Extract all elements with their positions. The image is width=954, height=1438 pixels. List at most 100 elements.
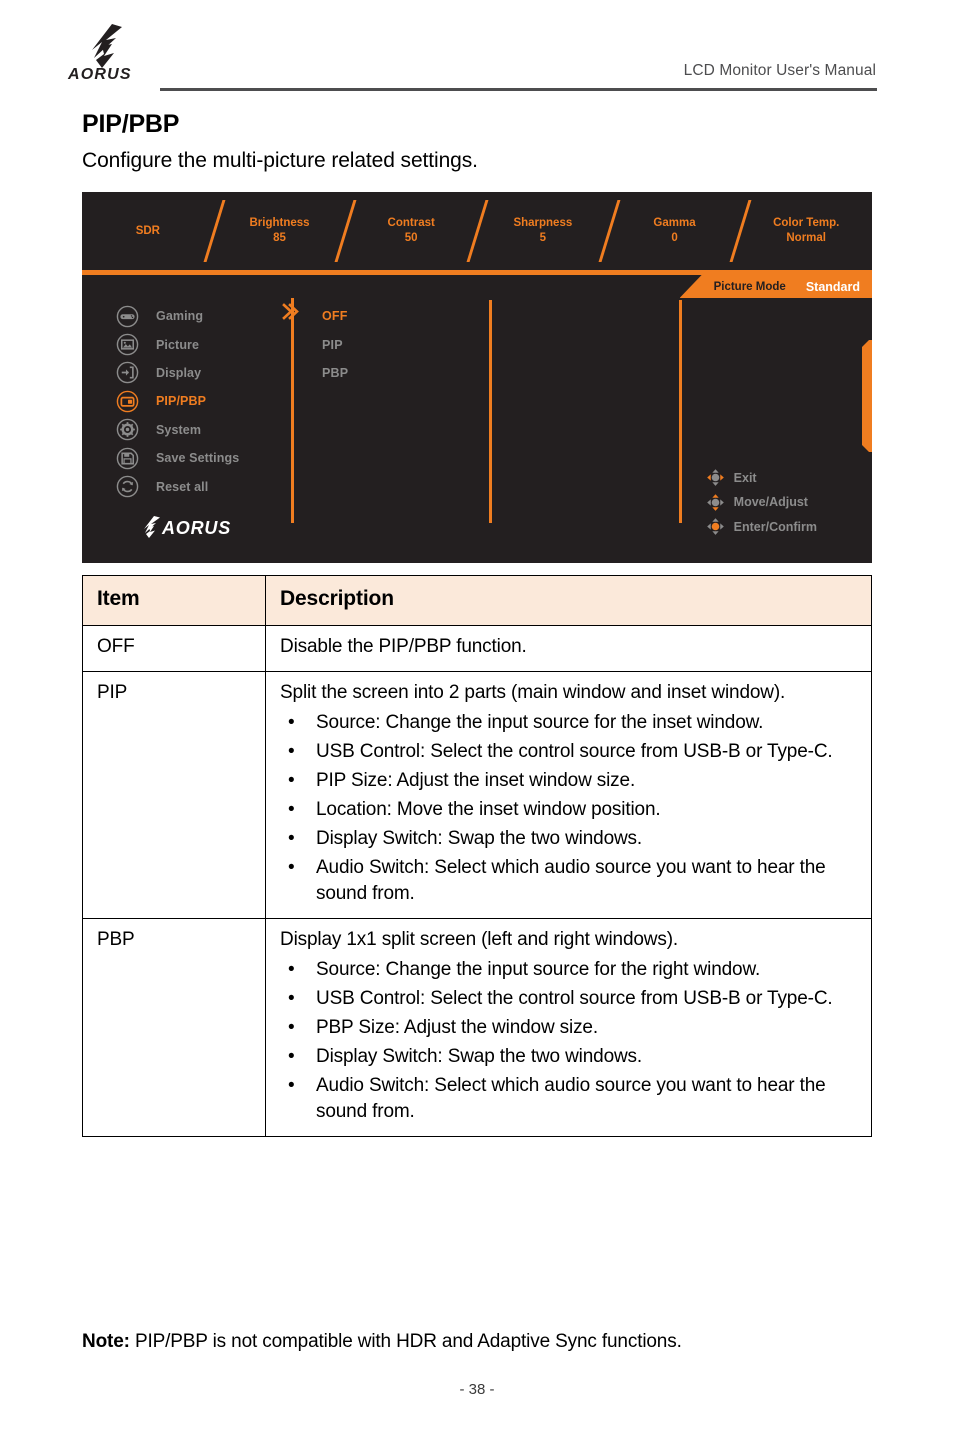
- osd-status-label: Contrast: [387, 217, 435, 229]
- reset-arrows-icon: [116, 475, 139, 498]
- osd-menu-item-label: System: [156, 422, 202, 437]
- osd-menu-item-pip-pbp[interactable]: PIP/PBP: [116, 387, 296, 415]
- osd-status-value: Normal: [786, 232, 826, 244]
- osd-column-divider-1: [291, 298, 294, 523]
- input-arrow-icon: [116, 362, 139, 384]
- osd-menu-item-label: Reset all: [156, 479, 209, 494]
- osd-submenu-item-off[interactable]: OFF: [322, 302, 472, 330]
- osd-menu-item-display[interactable]: Display: [116, 359, 296, 387]
- table-body: OFF Disable the PIP/PBP function. PIP Split…: [82, 624, 872, 1138]
- osd-status-value: 85: [273, 232, 286, 244]
- list-item-text: Audio Switch: Select which audio source …: [316, 856, 826, 904]
- osd-submenu-item-pbp[interactable]: PBP: [322, 359, 472, 387]
- list-item-text: Source: Change the input source for the …: [316, 958, 761, 980]
- header-divider: [160, 88, 877, 91]
- osd-nav-hint-enter-confirm: Enter/Confirm: [706, 517, 817, 536]
- list-item: • Display Switch: Swap the two windows.: [280, 826, 857, 852]
- gamepad-icon: [116, 305, 139, 327]
- description-bullet-list: • Source: Change the input source for the…: [280, 710, 857, 907]
- aorus-logo: AORUS: [68, 24, 160, 86]
- table-cell-description: Split the screen into 2 parts (main wind…: [265, 670, 872, 919]
- osd-status-value: 0: [671, 232, 678, 244]
- osd-status-value: 5: [539, 232, 547, 244]
- description-table: Item Description OFF Disable the PIP/PBP …: [82, 575, 872, 1138]
- osd-status-value: 50: [404, 232, 418, 244]
- page-number: - 38 -: [459, 1381, 495, 1398]
- osd-status-label: Sharpness: [513, 217, 573, 229]
- list-item: • Location: Move the inset window positio…: [280, 797, 857, 823]
- table-cell-description: Disable the PIP/PBP function.: [265, 624, 872, 672]
- list-item: • Source: Change the input source for the…: [280, 710, 857, 736]
- page-title: PIP/PBP: [82, 110, 180, 138]
- aorus-wordmark: AORUS: [68, 66, 132, 83]
- description-bullet-list: • Source: Change the input source for the…: [280, 957, 857, 1125]
- note-body: PIP/PBP is not compatible with HDR and A…: [129, 1331, 682, 1352]
- table-head: Item Description: [82, 575, 872, 626]
- osd-status-label: Brightness: [249, 217, 310, 229]
- list-item: • Audio Switch: Select which audio source…: [280, 1073, 857, 1125]
- description-lead-text: Display 1x1 split screen (left and right…: [280, 928, 679, 950]
- osd-status-label: Gamma: [653, 217, 696, 229]
- floppy-disk-icon: [116, 447, 139, 469]
- osd-submenu-item-pip[interactable]: PIP: [322, 330, 472, 358]
- osd-column-divider-2: [489, 300, 492, 523]
- osd-status-gamma[interactable]: Gamma 0: [609, 216, 741, 246]
- osd-status-contrast[interactable]: Contrast 50: [345, 216, 477, 246]
- gear-icon: [116, 418, 139, 441]
- osd-menu-item-gaming[interactable]: Gaming: [116, 302, 296, 330]
- list-item-text: USB Control: Select the control source f…: [316, 987, 833, 1009]
- manual-title: LCD Monitor User's Manual: [683, 62, 876, 79]
- list-item-text: PIP Size: Adjust the inset window size.: [316, 769, 636, 791]
- osd-menu-item-save-settings[interactable]: Save Settings: [116, 444, 296, 472]
- osd-column-divider-3: [679, 300, 682, 523]
- osd-menu-item-reset-all[interactable]: Reset all: [116, 472, 296, 500]
- osd-status-brightness[interactable]: Brightness 85: [214, 216, 346, 246]
- picture-mode-badge[interactable]: Picture Mode Standard: [679, 275, 872, 298]
- osd-submenu-item-label: PIP: [322, 337, 343, 352]
- bullet-dot-icon: •: [288, 1016, 295, 1038]
- osd-status-label: SDR: [135, 224, 160, 237]
- list-item-text: PBP Size: Adjust the window size.: [316, 1016, 598, 1038]
- osd-menu-item-label: PIP/PBP: [156, 394, 207, 409]
- osd-screenshot: SDR Brightness 85 Contrast 50 Sharpness 5 Gamma…: [82, 192, 872, 563]
- table-row: OFF Disable the PIP/PBP function.: [82, 624, 872, 672]
- osd-quick-status-bar: SDR Brightness 85 Contrast 50 Sharpness 5 Gamma…: [82, 192, 872, 270]
- bullet-dot-icon: •: [288, 1045, 295, 1067]
- osd-nav-hint-label: Enter/Confirm: [733, 519, 817, 534]
- osd-nav-hint-label: Move/Adjust: [733, 495, 808, 509]
- list-item-text: USB Control: Select the control source f…: [316, 740, 833, 762]
- description-lead-text: Split the screen into 2 parts (main wind…: [280, 681, 786, 703]
- osd-submenu-list: OFF PIP PBP: [322, 302, 472, 387]
- osd-menu-item-system[interactable]: System: [116, 416, 296, 444]
- table-header-row: Item Description: [82, 575, 872, 626]
- osd-menu-item-picture[interactable]: Picture: [116, 330, 296, 358]
- osd-status-color-temp[interactable]: Color Temp. Normal: [740, 216, 872, 246]
- osd-quick-status-items: SDR Brightness 85 Contrast 50 Sharpness 5 Gamma…: [82, 192, 872, 270]
- list-item: • USB Control: Select the control source …: [280, 986, 857, 1012]
- table-cell-item: PBP: [82, 917, 266, 1138]
- dpad-center-icon: [706, 518, 724, 535]
- table-row: PBP Display 1x1 split screen (left and ri…: [82, 917, 872, 1138]
- list-item-text: Display Switch: Swap the two windows.: [316, 827, 643, 849]
- osd-status-sharpness[interactable]: Sharpness 5: [477, 216, 609, 246]
- bullet-dot-icon: •: [288, 958, 295, 980]
- page-header: AORUS LCD Monitor User's Manual: [0, 0, 954, 96]
- bullet-dot-icon: •: [288, 711, 295, 733]
- picture-mode-value: Standard: [805, 279, 860, 294]
- note-prefix: Note:: [82, 1331, 130, 1352]
- bullet-dot-icon: •: [288, 987, 295, 1009]
- table-cell-description: Display 1x1 split screen (left and right…: [265, 917, 872, 1138]
- osd-aorus-logo: AORUS: [140, 514, 280, 542]
- osd-submenu-item-label: OFF: [322, 309, 348, 324]
- bullet-dot-icon: •: [288, 856, 295, 878]
- list-item-text: Display Switch: Swap the two windows.: [316, 1045, 643, 1067]
- osd-nav-hints: Exit Move/Adjust Enter/Confirm: [706, 468, 817, 536]
- aorus-falcon-icon: [92, 24, 122, 68]
- osd-main-menu-list: Gaming Picture Display PIP/PBP System Save Se…: [116, 302, 296, 501]
- list-item: • PBP Size: Adjust the window size.: [280, 1015, 857, 1041]
- note-text: Note: PIP/PBP is not compatible with HDR…: [82, 1331, 682, 1353]
- osd-status-sdr[interactable]: SDR: [82, 224, 214, 239]
- section-intro-text: Configure the multi-picture related sett…: [82, 149, 478, 172]
- osd-accent-rule: [82, 270, 872, 275]
- pip-window-icon: [116, 390, 139, 413]
